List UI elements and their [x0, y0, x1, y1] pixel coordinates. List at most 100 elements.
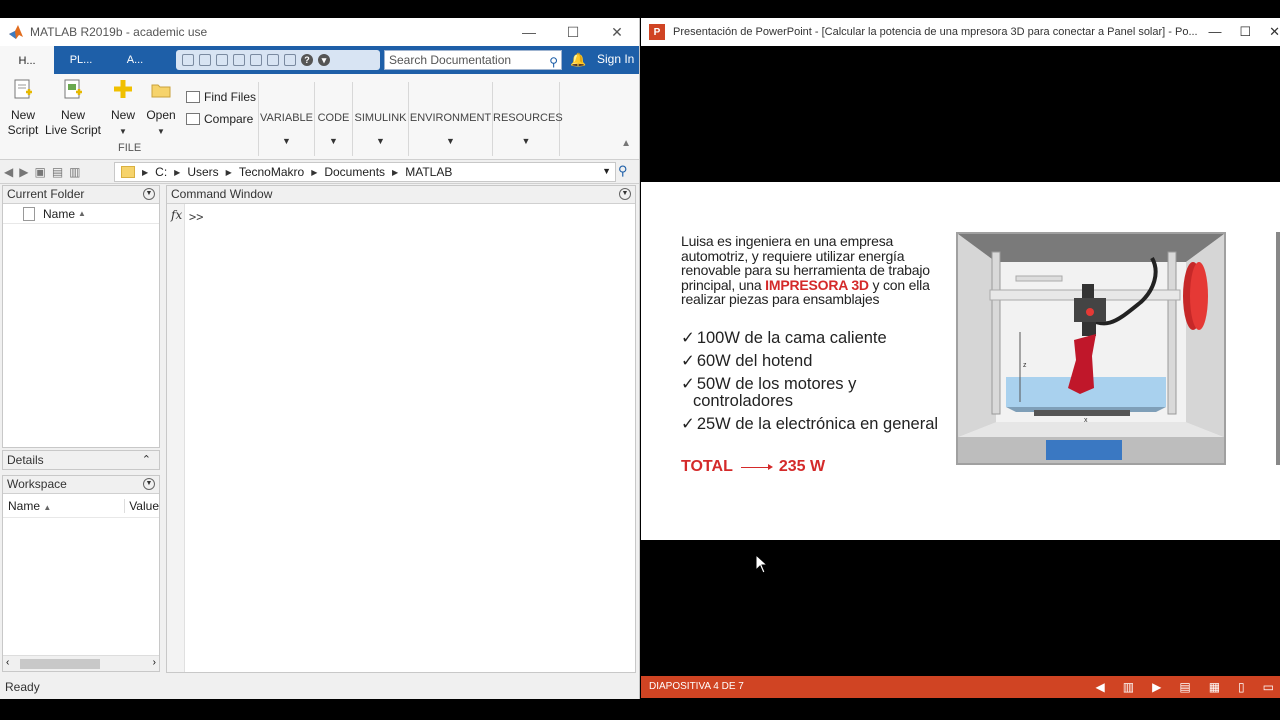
- checkmark-icon: ✓: [681, 375, 695, 393]
- options-icon[interactable]: ▾: [318, 54, 330, 66]
- tab-home[interactable]: H...: [0, 46, 54, 74]
- folder-history-icon[interactable]: ▥: [69, 165, 80, 179]
- minimize-button[interactable]: —: [1208, 24, 1221, 40]
- new-live-script-button[interactable]: New Live Script: [44, 78, 102, 138]
- sign-in-link[interactable]: Sign In: [597, 52, 634, 66]
- sort-ascending-icon: ▲: [43, 502, 52, 512]
- back-arrow-icon[interactable]: ◀: [4, 165, 13, 179]
- copy-icon[interactable]: [216, 54, 228, 66]
- environment-section[interactable]: ENVIRONMENT ▼: [408, 82, 492, 156]
- expand-details-icon[interactable]: ⌃: [142, 451, 151, 469]
- workspace-title: Workspace: [7, 477, 67, 491]
- function-browser-icon[interactable]: fx: [171, 208, 182, 222]
- search-icon[interactable]: ⚲: [549, 53, 558, 71]
- search-documentation-input[interactable]: Search Documentation ⚲: [384, 50, 562, 70]
- panel-options-icon[interactable]: ▼: [619, 188, 631, 200]
- simulink-dropdown-icon: ▼: [376, 136, 385, 146]
- search-folder-icon[interactable]: ⚲: [618, 163, 628, 179]
- matlab-title: MATLAB R2019b - academic use: [30, 25, 208, 39]
- powerpoint-window: P Presentación de PowerPoint - [Calcular…: [641, 18, 1280, 699]
- powerpoint-titlebar: P Presentación de PowerPoint - [Calcular…: [641, 18, 1280, 46]
- close-button[interactable]: ✕: [1269, 24, 1280, 40]
- horizontal-scrollbar[interactable]: ‹ ›: [3, 655, 159, 671]
- normal-view-icon[interactable]: ▤: [1179, 676, 1190, 698]
- current-folder-column-header[interactable]: Name ▲: [3, 204, 159, 224]
- previous-slide-icon[interactable]: ◀: [1096, 676, 1105, 698]
- notification-bell-icon[interactable]: 🔔: [570, 52, 586, 68]
- save-icon[interactable]: [182, 54, 194, 66]
- new-label: New: [110, 108, 135, 122]
- current-path-field[interactable]: ▶ C: ▶ Users ▶ TecnoMakro ▶ Documents ▶ …: [114, 162, 616, 182]
- close-button[interactable]: ✕: [595, 18, 639, 46]
- scroll-left-icon[interactable]: ‹: [6, 657, 9, 668]
- redo-icon[interactable]: [267, 54, 279, 66]
- path-segment[interactable]: TecnoMakro: [239, 165, 304, 179]
- command-window[interactable]: Command Window ▼ fx >>: [166, 185, 636, 673]
- forward-arrow-icon[interactable]: ▶: [19, 165, 28, 179]
- matlab-tabbar: H... PL... A... ? ▾ Search Documentation…: [0, 46, 639, 74]
- cut-icon[interactable]: [199, 54, 211, 66]
- arrow-icon: [740, 463, 773, 470]
- command-prompt[interactable]: >>: [189, 210, 203, 224]
- path-dropdown-icon[interactable]: ▼: [602, 166, 611, 176]
- tab-apps[interactable]: A...: [108, 46, 162, 74]
- maximize-button[interactable]: ☐: [1239, 24, 1251, 40]
- slide-menu-icon[interactable]: ▥: [1123, 676, 1134, 698]
- list-item-text: 60W del hotend: [696, 352, 813, 370]
- code-label: CODE: [317, 112, 350, 124]
- path-segment[interactable]: Users: [187, 165, 218, 179]
- new-script-button[interactable]: New Script: [6, 78, 40, 138]
- svg-text:x: x: [1084, 417, 1088, 424]
- simulink-label: SIMULINK: [354, 112, 407, 124]
- path-segment[interactable]: MATLAB: [405, 165, 452, 179]
- scroll-right-icon[interactable]: ›: [153, 657, 156, 668]
- resources-section[interactable]: RESOURCES ▼: [492, 82, 563, 156]
- details-panel[interactable]: Details ⌃: [2, 450, 160, 470]
- workspace-name-column[interactable]: Name ▲: [8, 498, 126, 513]
- panel-options-icon[interactable]: ▼: [143, 188, 155, 200]
- list-item: ✓ 100W de la cama caliente: [681, 330, 951, 347]
- new-button[interactable]: New ▼: [108, 78, 138, 139]
- workspace-panel: Workspace ▼ Name ▲ Value ‹ ›: [2, 475, 160, 672]
- maximize-button[interactable]: ☐: [551, 18, 595, 46]
- checkmark-icon: ✓: [681, 329, 695, 347]
- next-slide-icon[interactable]: ▶: [1152, 676, 1161, 698]
- browse-folder-icon[interactable]: ▤: [52, 165, 63, 179]
- minimize-button[interactable]: —: [507, 18, 551, 46]
- resources-label: RESOURCES: [493, 112, 563, 124]
- path-segment[interactable]: C:: [155, 165, 167, 179]
- compare-button[interactable]: Compare: [186, 112, 253, 126]
- paste-icon[interactable]: [233, 54, 245, 66]
- simulink-section[interactable]: SIMULINK ▼: [352, 82, 408, 156]
- find-files-button[interactable]: Find Files: [186, 90, 256, 104]
- search-placeholder: Search Documentation: [389, 53, 512, 67]
- open-label: Open: [146, 108, 176, 122]
- path-segment[interactable]: Documents: [324, 165, 385, 179]
- tab-plots[interactable]: PL...: [54, 46, 108, 74]
- variable-section[interactable]: VARIABLE ▼: [258, 82, 314, 156]
- resources-dropdown-icon: ▼: [521, 136, 531, 146]
- value-column-label[interactable]: Value: [129, 499, 159, 513]
- path-separator-icon: ▶: [311, 167, 318, 177]
- slide-sorter-icon[interactable]: ▦: [1209, 676, 1220, 698]
- file-group-label: FILE: [118, 142, 142, 154]
- find-files-label: Find Files: [204, 90, 257, 104]
- slideshow-icon[interactable]: ▭: [1263, 676, 1274, 698]
- slide[interactable]: Luisa es ingeniera en una empresa automo…: [641, 182, 1280, 540]
- scrollbar-thumb[interactable]: [20, 659, 100, 669]
- switch-windows-icon[interactable]: [284, 54, 296, 66]
- code-section[interactable]: CODE ▼: [314, 82, 352, 156]
- open-dropdown-icon: ▼: [157, 127, 165, 136]
- undo-icon[interactable]: [250, 54, 262, 66]
- svg-text:z: z: [1023, 362, 1027, 369]
- up-folder-icon[interactable]: ▣: [34, 165, 45, 179]
- total-label: TOTAL: [681, 458, 733, 475]
- reading-view-icon[interactable]: ▯: [1238, 676, 1245, 698]
- panel-options-icon[interactable]: ▼: [143, 478, 155, 490]
- desktop: MATLAB R2019b - academic use — ☐ ✕ H... …: [0, 0, 1280, 720]
- folder-icon: [121, 166, 135, 178]
- collapse-ribbon-icon[interactable]: ▲: [621, 138, 631, 149]
- help-icon[interactable]: ?: [301, 54, 313, 66]
- open-button[interactable]: Open ▼: [144, 78, 178, 139]
- path-separator-icon: ▶: [392, 167, 399, 177]
